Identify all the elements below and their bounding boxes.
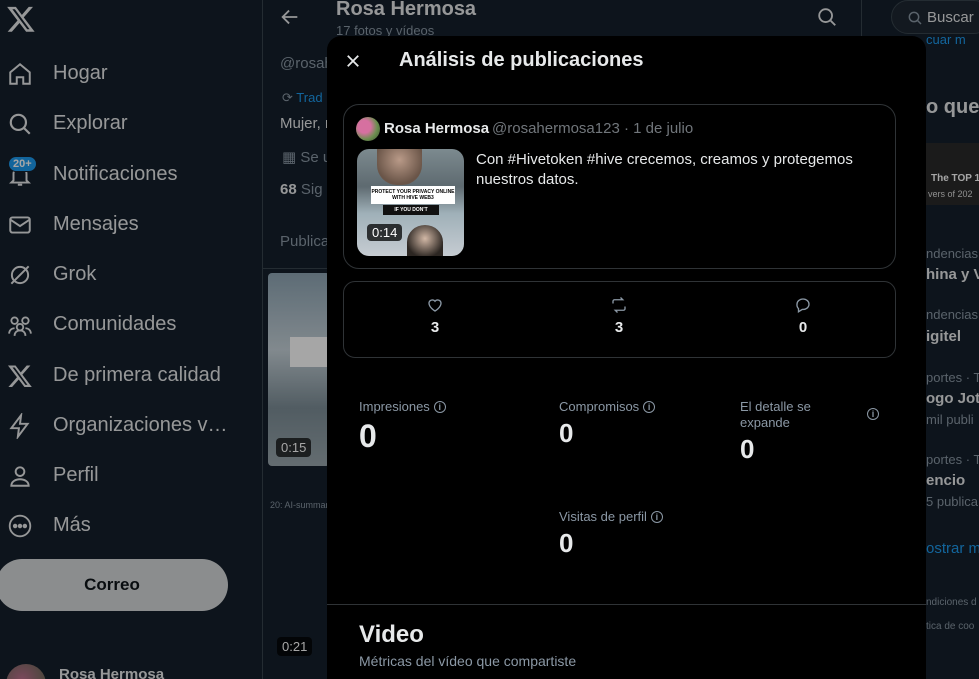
metric-label-text: Compromisos	[559, 399, 640, 414]
metric-impressions-value: 0	[359, 418, 377, 454]
video-section-subtitle: Métricas del vídeo que compartiste	[359, 653, 577, 669]
metric-label-text: Visitas de perfil	[559, 509, 647, 524]
info-icon[interactable]: i	[643, 400, 656, 413]
metric-detail-expands-label: El detalle se expande	[740, 399, 880, 431]
engagement-summary: 3 3 0	[343, 281, 896, 358]
metric-label-text: El detalle se expande	[740, 399, 811, 430]
metric-detail-expands-value: 0	[740, 434, 755, 464]
metric-label-text: Impresiones	[359, 399, 430, 414]
post-preview[interactable]: Rosa Hermosa @rosahermosa123 · 1 de juli…	[343, 104, 896, 269]
info-icon[interactable]: i	[433, 400, 446, 413]
metric-impressions-label: Impresiones i	[359, 399, 446, 414]
post-analytics-modal: Análisis de publicaciones Rosa Hermosa @…	[327, 36, 926, 679]
reposts-stat: 3	[589, 296, 649, 336]
metric-profile-visits-label: Visitas de perfil i	[559, 509, 663, 524]
thumbnail-person-2	[407, 225, 443, 256]
modal-title: Análisis de publicaciones	[399, 49, 644, 71]
repost-icon	[612, 297, 626, 313]
info-icon[interactable]: i	[867, 408, 879, 420]
avatar	[356, 117, 380, 141]
post-meta: @rosahermosa123 · 1 de julio	[492, 120, 694, 137]
likes-count: 3	[430, 319, 440, 336]
post-text: Con #Hivetoken #hive crecemos, creamos y…	[476, 151, 853, 188]
video-duration: 0:14	[367, 224, 403, 241]
video-section-title: Video	[359, 621, 424, 648]
reposts-count: 3	[614, 319, 624, 336]
replies-count: 0	[798, 319, 808, 336]
info-icon[interactable]: i	[650, 510, 663, 523]
likes-stat: 3	[405, 296, 465, 336]
heart-icon	[428, 299, 442, 312]
thumbnail-banner: PROTECT YOUR PRIVACY ONLINE WITH HIVE WE…	[371, 186, 455, 204]
reply-icon	[796, 298, 810, 313]
section-divider	[327, 604, 926, 605]
replies-stat: 0	[773, 296, 833, 336]
thumbnail-person	[377, 149, 422, 185]
metric-profile-visits-value: 0	[559, 528, 574, 558]
close-icon[interactable]	[344, 52, 362, 70]
thumbnail-tag: IF YOU DON'T	[383, 205, 439, 215]
post-author: Rosa Hermosa	[384, 120, 490, 137]
metric-engagements-value: 0	[559, 418, 574, 448]
metric-engagements-label: Compromisos i	[559, 399, 656, 414]
post-video-thumbnail[interactable]: PROTECT YOUR PRIVACY ONLINE WITH HIVE WE…	[357, 149, 464, 256]
